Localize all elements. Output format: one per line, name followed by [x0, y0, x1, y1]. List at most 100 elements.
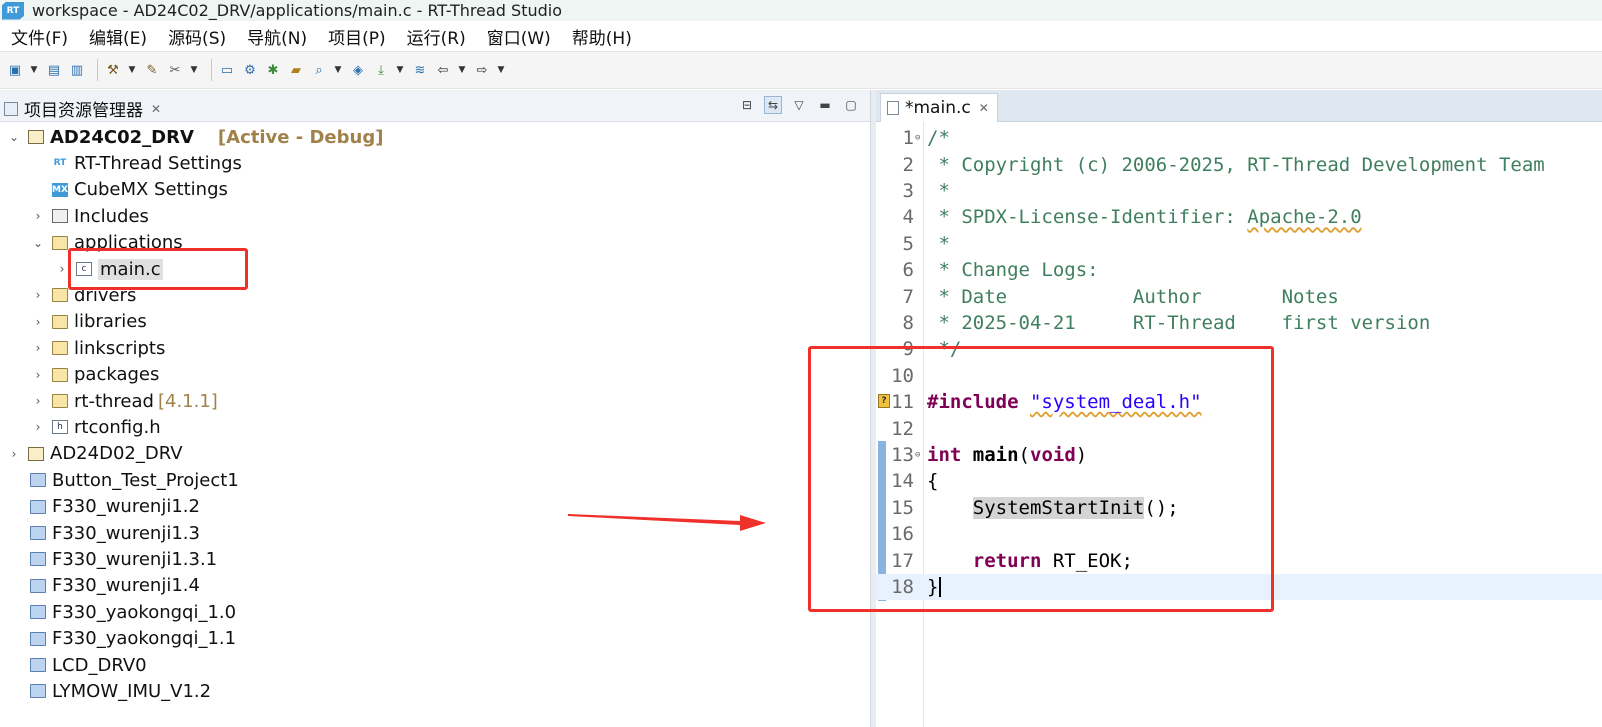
menu-navigate[interactable]: 导航(N): [240, 24, 314, 49]
explorer-view-actions: ⊟ ⇆ ▽ ▬ ▢: [738, 96, 860, 114]
search-icon[interactable]: ⌕: [310, 61, 328, 79]
tree-project-closed[interactable]: F330_wurenji1.4: [30, 573, 200, 599]
tree-project-ad24d02[interactable]: › AD24D02_DRV: [6, 441, 183, 467]
save-all-icon[interactable]: ▥: [68, 61, 86, 79]
chevron-right-icon[interactable]: ›: [30, 209, 46, 223]
chevron-right-icon[interactable]: ›: [30, 394, 46, 408]
tree-project-closed[interactable]: LCD_DRV0: [30, 652, 147, 678]
view-menu-icon[interactable]: ▽: [790, 96, 808, 114]
main-toolbar: ▣ ▼ ▤ ▥ ⚒ ▼ ✎ ✂ ▼ ▭ ⚙ ✱ ▰ ⌕ ▼ ◈ ⤓ ▼ ≋ ⇦ …: [0, 51, 1602, 89]
folder-icon: [52, 288, 68, 303]
tree-project-closed[interactable]: Button_Test_Project1: [30, 467, 239, 493]
settings-gear-icon[interactable]: ⚙: [241, 61, 259, 79]
code-text: * Copyright (c) 2006-2025, RT-Thread Dev…: [927, 153, 1545, 176]
chevron-right-icon[interactable]: ›: [30, 315, 46, 329]
tab-project-explorer[interactable]: 项目资源管理器 ✕: [4, 96, 161, 121]
closed-project-icon: [30, 578, 46, 593]
chevron-right-icon[interactable]: ›: [30, 341, 46, 355]
code-text: *: [927, 232, 950, 255]
tree-item-linkscripts[interactable]: › linkscripts: [30, 335, 166, 361]
layers-icon[interactable]: ≋: [411, 61, 429, 79]
close-icon[interactable]: ✕: [979, 101, 989, 115]
tree-item-label: LCD_DRV0: [52, 654, 147, 676]
back-dropdown-icon[interactable]: ▼: [457, 65, 467, 75]
maximize-icon[interactable]: ▢: [842, 96, 860, 114]
debug-bug-icon[interactable]: ✱: [264, 61, 282, 79]
annotation-arrow: [568, 514, 766, 531]
code-line[interactable]: 5 *: [876, 231, 1602, 257]
close-icon[interactable]: ✕: [151, 102, 161, 116]
tree-item-packages[interactable]: › packages: [30, 362, 160, 388]
tree-project-closed[interactable]: F330_yaokongqi_1.0: [30, 599, 236, 625]
chevron-right-icon[interactable]: ›: [6, 447, 22, 461]
new-icon[interactable]: ▣: [6, 61, 24, 79]
clean-dropdown-icon[interactable]: ▼: [189, 65, 199, 75]
code-line[interactable]: 2 * Copyright (c) 2006-2025, RT-Thread D…: [876, 151, 1602, 177]
tree-item-rtconfig-h[interactable]: › h rtconfig.h: [30, 414, 161, 440]
menu-run[interactable]: 运行(R): [400, 24, 473, 49]
forward-dropdown-icon[interactable]: ▼: [496, 65, 506, 75]
build-dropdown-icon[interactable]: ▼: [127, 65, 137, 75]
code-line[interactable]: 4 * SPDX-License-Identifier: Apache-2.0: [876, 204, 1602, 230]
collapse-all-icon[interactable]: ⊟: [738, 96, 756, 114]
menu-window[interactable]: 窗口(W): [480, 24, 558, 49]
code-text: * 2025-04-21 RT-Thread first version: [927, 311, 1431, 334]
search-dropdown-icon[interactable]: ▼: [333, 65, 343, 75]
tree-item-cubemx-settings[interactable]: MX CubeMX Settings: [52, 177, 228, 203]
chevron-right-icon[interactable]: ›: [30, 368, 46, 382]
tree-project-closed[interactable]: F330_wurenji1.3: [30, 520, 200, 546]
save-icon[interactable]: ▤: [45, 61, 63, 79]
chevron-right-icon[interactable]: ›: [30, 288, 46, 302]
link-with-editor-icon[interactable]: ⇆: [764, 96, 782, 114]
code-line[interactable]: 7 * Date Author Notes: [876, 283, 1602, 309]
flash-download-icon[interactable]: ⤓: [372, 61, 390, 79]
code-line[interactable]: 1 ⊖ /*: [876, 125, 1602, 151]
tree-item-label: F330_wurenji1.2: [52, 496, 200, 518]
menu-source[interactable]: 源码(S): [161, 24, 233, 49]
project-explorer-panel: 项目资源管理器 ✕ ⊟ ⇆ ▽ ▬ ▢ ⌄ AD24C02_DRV [Activ…: [0, 90, 870, 727]
chevron-down-icon[interactable]: ⌄: [30, 236, 46, 250]
tree-item-label: Includes: [74, 205, 149, 227]
code-line[interactable]: 8 * 2025-04-21 RT-Thread first version: [876, 310, 1602, 336]
rebuild-icon[interactable]: ✎: [143, 61, 161, 79]
menu-edit[interactable]: 编辑(E): [82, 24, 154, 49]
code-line[interactable]: 3 *: [876, 178, 1602, 204]
code-text: * SPDX-License-Identifier: Apache-2.0: [927, 206, 1361, 228]
fold-toggle-icon[interactable]: ⊖: [915, 133, 920, 143]
editor-tab-label: *main.c: [905, 98, 971, 118]
project-icon: [28, 446, 44, 461]
folder-open-icon: [52, 235, 68, 250]
code-text: * Date Author Notes: [927, 285, 1339, 308]
menu-project[interactable]: 项目(P): [321, 24, 393, 49]
chevron-down-icon[interactable]: ⌄: [6, 130, 22, 144]
menu-file[interactable]: 文件(F): [4, 24, 75, 49]
tree-item-rt-settings[interactable]: RT RT-Thread Settings: [52, 150, 242, 176]
package-icon[interactable]: ◈: [349, 61, 367, 79]
clean-icon[interactable]: ✂: [166, 61, 184, 79]
open-folder-icon[interactable]: ▰: [287, 61, 305, 79]
tree-project-closed[interactable]: F330_wurenji1.3.1: [30, 546, 217, 572]
flash-dropdown-icon[interactable]: ▼: [395, 65, 405, 75]
tree-item-label: F330_yaokongqi_1.0: [52, 601, 237, 623]
build-hammer-icon[interactable]: ⚒: [104, 61, 122, 79]
tree-project-closed[interactable]: F330_wurenji1.2: [30, 494, 200, 520]
minimize-icon[interactable]: ▬: [816, 96, 834, 114]
back-arrow-icon[interactable]: ⇦: [434, 61, 452, 79]
new-dropdown-icon[interactable]: ▼: [29, 65, 39, 75]
code-text: /*: [927, 127, 950, 150]
tree-item-libraries[interactable]: › libraries: [30, 309, 147, 335]
tree-item-rt-thread[interactable]: › rt-thread [4.1.1]: [30, 388, 218, 414]
menu-help[interactable]: 帮助(H): [565, 24, 639, 49]
closed-project-icon: [30, 631, 46, 646]
tree-project-closed[interactable]: LYMOW_IMU_V1.2: [30, 678, 211, 704]
tree-project-ad24c02[interactable]: ⌄ AD24C02_DRV [Active - Debug]: [6, 124, 383, 150]
tab-main-c[interactable]: *main.c ✕: [880, 93, 998, 122]
tree-project-closed[interactable]: F330_yaokongqi_1.1: [30, 626, 236, 652]
tree-item-label: LYMOW_IMU_V1.2: [52, 680, 212, 702]
code-line[interactable]: 6 * Change Logs:: [876, 257, 1602, 283]
tree-item-includes[interactable]: › Includes: [30, 203, 149, 229]
chevron-right-icon[interactable]: ›: [30, 420, 46, 434]
line-number: 1: [902, 127, 914, 150]
forward-arrow-icon[interactable]: ⇨: [473, 61, 491, 79]
download-monitor-icon[interactable]: ▭: [218, 61, 236, 79]
